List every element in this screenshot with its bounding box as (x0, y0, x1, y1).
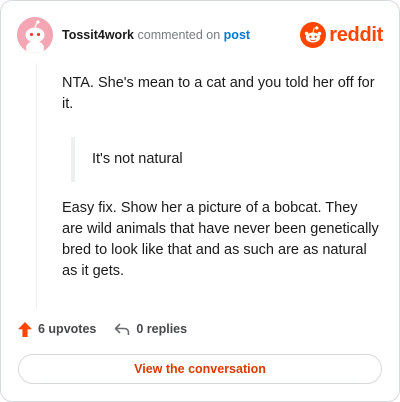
upvote-arrow-icon[interactable] (18, 321, 32, 337)
post-link[interactable]: post (224, 28, 250, 42)
snoo-avatar-icon (17, 17, 53, 53)
thread-line (36, 63, 37, 309)
reply-action[interactable]: 0 replies (114, 322, 187, 336)
blockquote: It's not natural (71, 137, 380, 182)
upvote-count: 6 upvotes (38, 322, 97, 336)
embedded-comment-card: Tossit4work commented on post reddit NTA… (0, 0, 400, 402)
upvote-action[interactable]: 6 upvotes (18, 321, 97, 337)
view-conversation-button[interactable]: View the conversation (18, 354, 382, 384)
reply-arrow-icon[interactable] (114, 322, 130, 336)
comment-header: Tossit4work commented on post reddit (17, 17, 383, 53)
reddit-logo[interactable]: reddit (300, 20, 383, 50)
reddit-wordmark: reddit (329, 23, 383, 46)
user-avatar[interactable] (17, 17, 53, 53)
author-name[interactable]: Tossit4work (62, 28, 134, 42)
comment-body: NTA. She's mean to a cat and you told he… (62, 73, 380, 282)
comment-verb: commented on (137, 28, 221, 42)
reply-count: 0 replies (136, 322, 188, 336)
comment-meta: Tossit4work commented on post (62, 27, 250, 43)
comment-paragraph: NTA. She's mean to a cat and you told he… (62, 75, 375, 112)
reddit-snoo-icon (300, 22, 327, 48)
quote-text: It's not natural (92, 151, 183, 167)
comment-paragraph: Easy fix. Show her a picture of a bobcat… (62, 200, 379, 279)
comment-actions: 6 upvotes 0 replies (18, 319, 187, 339)
